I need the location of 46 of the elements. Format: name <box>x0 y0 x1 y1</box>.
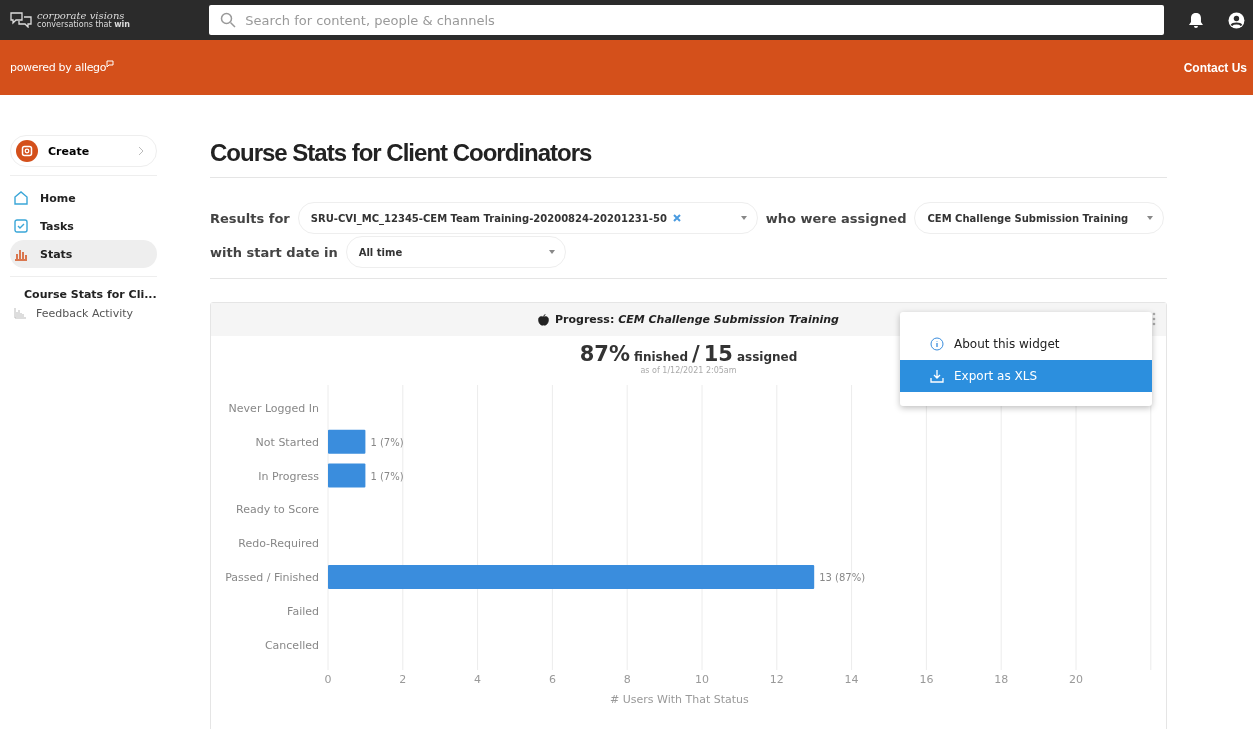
axis-tick-label: 16 <box>919 673 934 686</box>
category-label: Not Started <box>255 435 319 449</box>
filter-label: with start date in <box>210 244 338 260</box>
category-label: Ready to Score <box>236 503 319 517</box>
assigned-label: assigned <box>736 350 798 364</box>
category-label: In Progress <box>258 469 319 483</box>
powered-by-text: powered by allego <box>10 61 107 74</box>
category-label: Never Logged In <box>228 402 319 415</box>
logo-tagline: conversations that win <box>37 21 131 29</box>
search-field[interactable]: Search for content, people & channels <box>209 5 1165 35</box>
nav-item[interactable]: Tasks <box>10 212 157 240</box>
assigned-count: 15 <box>703 342 733 366</box>
filter-label: Results for <box>210 210 290 226</box>
contact-us-link[interactable]: Contact Us <box>1183 60 1247 75</box>
value-label: 1 (7%) <box>370 436 404 448</box>
category-label: Failed <box>287 604 319 618</box>
category-label: Redo-Required <box>238 537 319 551</box>
page-title: Course Stats for Client Coordinators <box>210 139 1167 178</box>
finished-label: finished <box>634 350 688 364</box>
menu-item[interactable]: About this widget <box>900 328 1152 360</box>
finished-percent: 87% <box>579 342 630 366</box>
report-item[interactable]: Feedback Activity <box>10 304 157 323</box>
axis-tick-label: 0 <box>324 673 332 686</box>
axis-tick-label: 10 <box>695 673 709 686</box>
category-label: Cancelled <box>264 638 319 652</box>
axis-tick-label: 12 <box>769 673 784 686</box>
value-label: 13 (87%) <box>819 572 866 583</box>
nav-item[interactable]: Home <box>10 184 157 212</box>
axis-tick-label: 2 <box>399 673 407 686</box>
timestamp-text: as of 1/12/2021 2:05am <box>639 366 738 375</box>
nav-item[interactable]: Stats <box>10 240 157 268</box>
category-label: Passed / Finished <box>225 571 319 584</box>
value-label: 1 (7%) <box>370 470 404 482</box>
axis-tick-label: 4 <box>474 673 482 686</box>
axis-title: # Users With That Status <box>610 693 749 706</box>
axis-tick-label: 8 <box>623 673 631 686</box>
axis-tick-label: 20 <box>1069 673 1083 686</box>
widget-title: Progress: CEM Challenge Submission Training <box>555 313 839 326</box>
create-button[interactable]: Create <box>10 135 157 167</box>
filter-label: who were assigned <box>765 210 907 226</box>
slash-text: / <box>692 342 700 366</box>
axis-tick-label: 18 <box>994 673 1009 686</box>
axis-tick-label: 14 <box>844 673 859 686</box>
axis-tick-label: 6 <box>548 673 556 686</box>
logo-name: corporate visions <box>37 11 125 21</box>
report-item[interactable]: Course Stats for Cli... <box>10 285 157 304</box>
